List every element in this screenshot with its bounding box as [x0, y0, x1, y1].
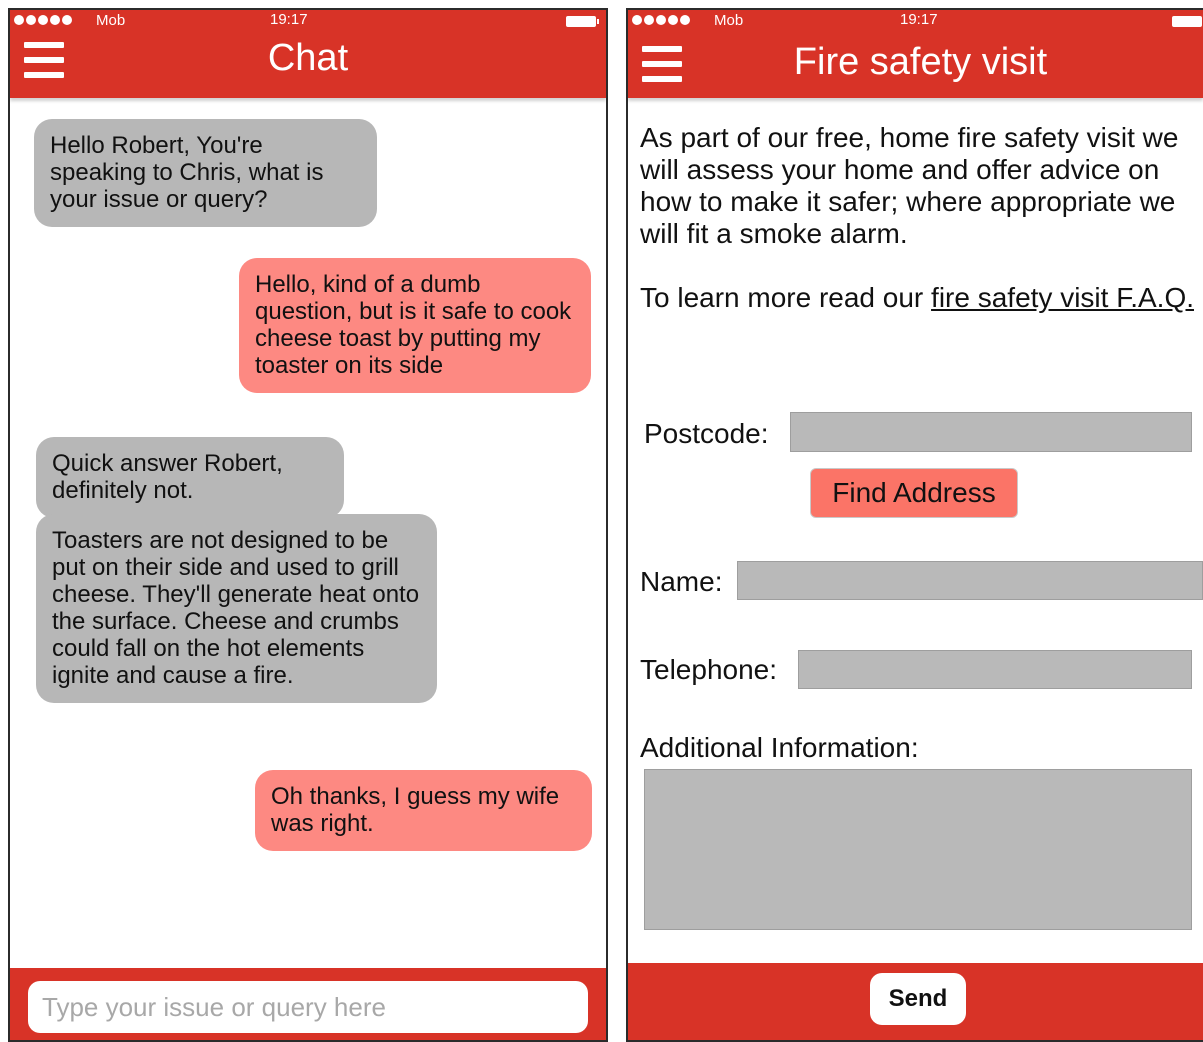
chat-message-user: Oh thanks, I guess my wife was right.	[255, 770, 592, 851]
status-time: 19:17	[900, 11, 938, 28]
carrier-name: Mob	[714, 12, 744, 29]
info-text: As part of our free, home fire safety vi…	[640, 122, 1195, 314]
telephone-label: Telephone:	[640, 654, 778, 685]
battery-icon	[566, 16, 599, 27]
chat-message-agent: Quick answer Robert, definitely not.	[36, 437, 344, 518]
carrier-name: Mob	[96, 12, 126, 29]
status-bar: Mob 19:17	[628, 10, 1203, 30]
page-title: Chat	[267, 37, 349, 79]
intro-paragraph: As part of our free, home fire safety vi…	[640, 122, 1179, 249]
chat-message-agent: Toasters are not designed to be put on t…	[36, 514, 437, 703]
fire-header: Mob 19:17 Fire safety visit	[628, 10, 1203, 98]
chat-message-user: Hello, kind of a dumb question, but is i…	[239, 258, 591, 393]
learn-more-text: To learn more read our	[640, 282, 932, 313]
telephone-input[interactable]	[798, 650, 1192, 689]
name-input[interactable]	[737, 561, 1203, 600]
postcode-input[interactable]	[790, 412, 1192, 452]
status-time: 19:17	[270, 11, 308, 28]
signal-dots-icon	[632, 15, 690, 25]
signal-dots-icon	[14, 15, 72, 25]
page-title: Fire safety visit	[793, 41, 1048, 83]
additional-info-textarea[interactable]	[644, 769, 1192, 930]
find-address-button[interactable]: Find Address	[810, 468, 1018, 518]
fire-footer: Send	[628, 963, 1203, 1040]
fire-safety-screen: Mob 19:17 Fire safety visit As part of o…	[626, 8, 1203, 1042]
send-button[interactable]: Send	[870, 973, 966, 1025]
postcode-label: Postcode:	[644, 418, 769, 449]
name-label: Name:	[640, 566, 723, 597]
additional-info-label: Additional Information:	[640, 732, 919, 763]
chat-screen: Mob 19:17 Chat Hello Robert, You're spea…	[8, 8, 608, 1042]
learn-more-paragraph: To learn more read our fire safety visit…	[640, 282, 1195, 314]
status-bar: Mob 19:17	[10, 10, 606, 30]
chat-header: Mob 19:17 Chat	[10, 10, 606, 98]
faq-link[interactable]: fire safety visit F.A.Q.	[931, 282, 1194, 313]
battery-icon	[1172, 16, 1202, 27]
chat-message-input[interactable]	[28, 981, 588, 1033]
chat-footer	[10, 968, 606, 1040]
chat-message-agent: Hello Robert, You're speaking to Chris, …	[34, 119, 377, 227]
